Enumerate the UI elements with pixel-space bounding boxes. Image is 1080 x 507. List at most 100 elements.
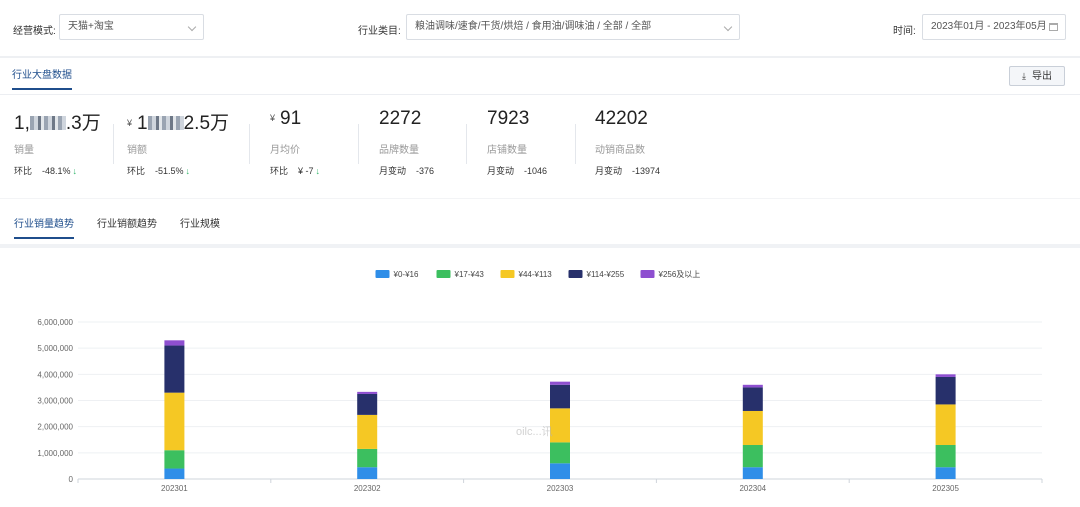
y-tick-label: 0 (69, 475, 74, 484)
export-button[interactable]: ⤓ 导出 (1009, 66, 1065, 86)
metric-change: 月变动 -13974 (595, 166, 661, 176)
mode-select[interactable]: 天猫+淘宝 (59, 14, 204, 40)
market-data-panel: 行业大盘数据 ⤓ 导出 1, .3万 销量 环比 -48.1% ↓ ¥1 2.5万 销额 … (0, 58, 1080, 507)
metric-change: 环比 -51.5% ↓ (127, 166, 191, 176)
metric-label: 店铺数量 (487, 145, 527, 156)
bar-segment (550, 463, 570, 479)
mode-value: 天猫+淘宝 (68, 21, 114, 32)
metric-divider (358, 124, 359, 164)
bar-segment (164, 392, 185, 451)
bar-segment (357, 391, 378, 394)
metric-value: ¥1 2.5万 (127, 113, 230, 134)
metric-value: 1, .3万 (14, 113, 101, 134)
metric-change: 环比 ¥ -7 ↓ (270, 166, 321, 176)
industry-label: 行业类目: (358, 26, 401, 37)
legend-swatch (568, 270, 583, 278)
calendar-icon (1049, 23, 1058, 31)
metric-change: 月变动 -376 (379, 166, 435, 176)
metric-change: 环比 -48.1% ↓ (14, 166, 78, 176)
bar-segment (935, 374, 956, 377)
date-range-value: 2023年01月 - 2023年05月 (931, 21, 1047, 32)
filter-bar: 经营模式: 天猫+淘宝 行业类目: 粮油调味/速食/干货/烘焙 / 食用油/调味… (0, 0, 1080, 56)
metric-average-price: ¥91 月均价 环比 ¥ -7 ↓ (270, 108, 360, 212)
metric-divider (466, 124, 467, 164)
industry-value: 粮油调味/速食/干货/烘焙 / 食用油/调味油 / 全部 / 全部 (415, 21, 652, 32)
metric-sales-volume: 1, .3万 销量 环比 -48.1% ↓ (14, 108, 124, 212)
metric-divider (113, 124, 114, 164)
y-tick-label: 4,000,000 (37, 370, 73, 379)
date-range-picker[interactable]: 2023年01月 - 2023年05月 (922, 14, 1066, 40)
tab-industry-overview[interactable]: 行业大盘数据 (12, 66, 72, 90)
metric-label: 动销商品数 (595, 145, 645, 156)
bar-segment (550, 381, 570, 385)
x-tick-label: 202304 (739, 484, 766, 493)
watermark: oilc...讯 (516, 426, 553, 438)
bar-segment (935, 376, 956, 405)
metric-label: 月均价 (270, 145, 300, 156)
arrow-down-icon: ↓ (72, 166, 78, 176)
bar-segment (550, 384, 570, 409)
divider (0, 94, 1080, 95)
y-tick-label: 2,000,000 (37, 423, 73, 432)
download-icon: ⤓ (1022, 71, 1026, 81)
bar-segment (357, 393, 378, 415)
metric-value: 2272 (379, 108, 422, 129)
tab-industry-scale[interactable]: 行业规模 (180, 215, 220, 237)
bar-segment (164, 340, 185, 346)
x-tick-label: 202302 (354, 484, 381, 493)
legend-swatch (436, 270, 451, 278)
bar-segment (357, 414, 378, 449)
bar-segment (935, 444, 956, 468)
y-tick-label: 3,000,000 (37, 397, 73, 406)
metric-active-products: 42202 动销商品数 月变动 -13974 (595, 108, 705, 212)
industry-select[interactable]: 粮油调味/速食/干货/烘焙 / 食用油/调味油 / 全部 / 全部 (406, 14, 740, 40)
redacted-mask (147, 116, 184, 130)
bar-segment (935, 404, 956, 445)
tab-sales-volume-trend[interactable]: 行业销量趋势 (14, 215, 74, 239)
bar-segment (742, 444, 763, 468)
time-label: 时间: (893, 26, 916, 37)
chevron-down-icon (187, 22, 197, 32)
bar-segment (742, 384, 763, 388)
y-tick-label: 5,000,000 (37, 344, 73, 353)
bar-segment (357, 467, 378, 479)
metric-change: 月变动 -1046 (487, 166, 548, 176)
metric-divider (249, 124, 250, 164)
bar-segment (550, 442, 570, 464)
bar-segment (164, 468, 185, 479)
y-tick-label: 6,000,000 (37, 318, 73, 327)
bar-segment (164, 450, 185, 469)
bar-segment (742, 387, 763, 411)
bar-segment (935, 467, 956, 479)
arrow-down-icon: ↓ (185, 166, 191, 176)
mode-label: 经营模式: (13, 26, 56, 37)
bar-segment (357, 448, 378, 468)
metric-label: 销量 (14, 145, 34, 156)
legend-swatch (375, 270, 390, 278)
legend-swatch (640, 270, 655, 278)
export-label: 导出 (1031, 71, 1052, 82)
bar-segment (164, 345, 185, 393)
bar-segment (742, 467, 763, 479)
x-tick-label: 202301 (161, 484, 188, 493)
redacted-mask (29, 116, 66, 130)
legend-label: ¥0-¥16 (393, 270, 419, 279)
metric-label: 销额 (127, 145, 147, 156)
legend-label: ¥256及以上 (658, 270, 701, 279)
tab-sales-amount-trend[interactable]: 行业销额趋势 (97, 215, 157, 237)
arrow-down-icon: ↓ (315, 166, 321, 176)
y-tick-label: 1,000,000 (37, 449, 73, 458)
sales-volume-chart: 0 1,000,000 2,000,000 3,000,000 4,000,000 5,0… (0, 248, 1080, 507)
legend-swatch (500, 270, 515, 278)
legend-label: ¥17-¥43 (454, 270, 485, 279)
metric-value: 7923 (487, 108, 530, 129)
metric-value: 42202 (595, 108, 648, 129)
metric-label: 品牌数量 (379, 145, 419, 156)
metric-brand-count: 2272 品牌数量 月变动 -376 (379, 108, 469, 212)
x-tick-label: 202303 (547, 484, 574, 493)
bar-segment (742, 410, 763, 445)
metric-divider (575, 124, 576, 164)
legend-label: ¥44-¥113 (518, 270, 553, 279)
metric-sales-amount: ¥1 2.5万 销额 环比 -51.5% ↓ (127, 108, 247, 212)
chevron-down-icon (723, 22, 733, 32)
